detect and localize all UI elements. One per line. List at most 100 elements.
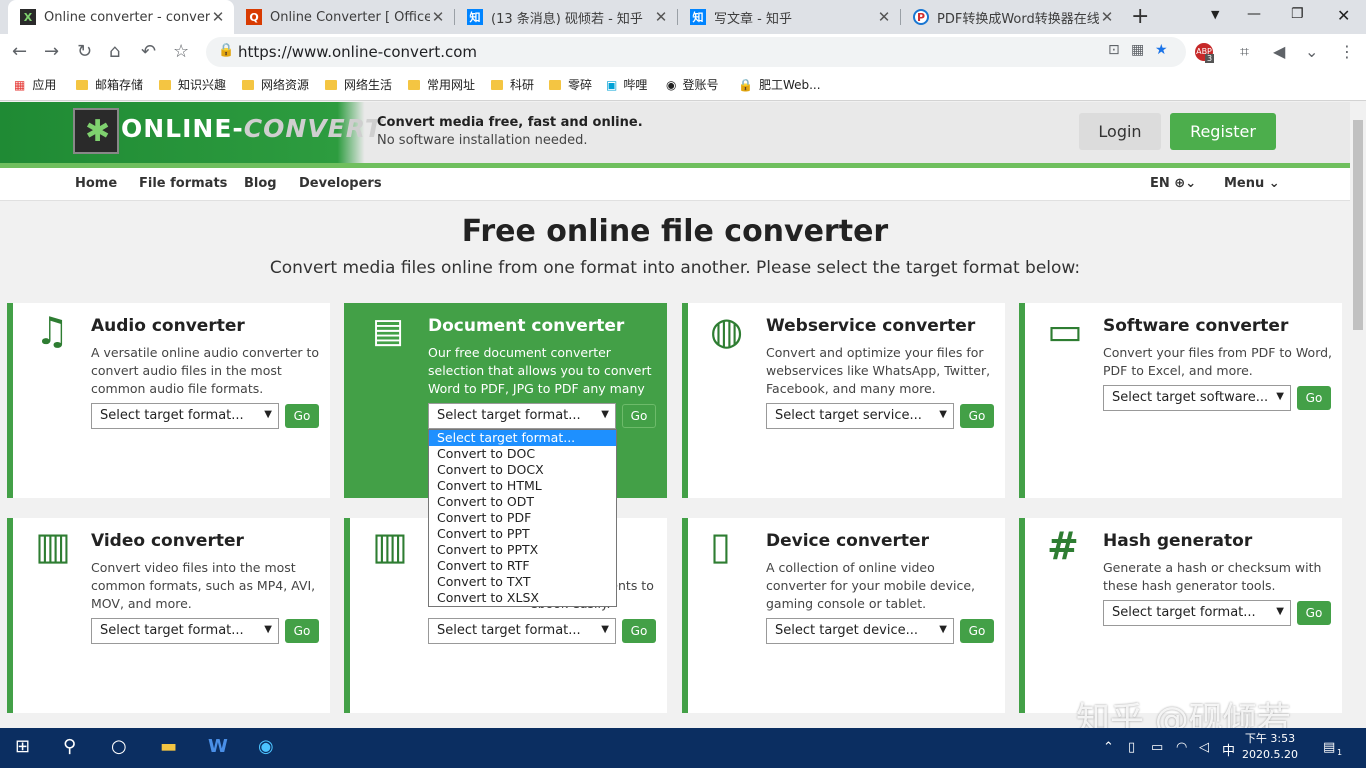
- bookmark-bilibili[interactable]: ▣ 哔哩: [606, 76, 647, 93]
- minimize-icon[interactable]: —: [1247, 6, 1261, 22]
- video-go-button[interactable]: Go: [285, 619, 319, 643]
- dropdown-option[interactable]: Select target format...: [429, 430, 616, 446]
- register-button[interactable]: Register: [1170, 113, 1276, 150]
- dropdown-option[interactable]: Convert to HTML: [429, 478, 616, 494]
- wifi-icon[interactable]: ◠: [1176, 740, 1187, 755]
- undo-icon[interactable]: ↶: [141, 41, 156, 62]
- back-icon[interactable]: ←: [12, 41, 27, 62]
- close-tab-icon[interactable]: ✕: [876, 8, 892, 26]
- dropdown-option[interactable]: Convert to PPTX: [429, 542, 616, 558]
- bookmark-folder[interactable]: 邮箱存储: [76, 76, 143, 93]
- dropdown-option[interactable]: Convert to RTF: [429, 558, 616, 574]
- clock-time: 下午 3:53: [1244, 732, 1296, 745]
- folder-icon: [76, 79, 88, 90]
- hash-go-button[interactable]: Go: [1297, 601, 1331, 625]
- tray-overflow-icon[interactable]: ⌃: [1103, 740, 1114, 755]
- software-go-button[interactable]: Go: [1297, 386, 1331, 410]
- scrollbar-thumb[interactable]: [1353, 120, 1363, 330]
- tab-zhihu-write[interactable]: 知 写文章 - 知乎 ✕: [678, 0, 900, 34]
- document-format-dropdown[interactable]: Select target format... Convert to DOC C…: [428, 429, 617, 607]
- document-format-select[interactable]: Select target format... ▼: [428, 403, 616, 429]
- dropdown-arrow-icon: ▼: [601, 624, 609, 635]
- ebook-go-button[interactable]: Go: [622, 619, 656, 643]
- page-scrollbar[interactable]: [1350, 102, 1366, 728]
- dropdown-option[interactable]: Convert to DOC: [429, 446, 616, 462]
- close-tab-icon[interactable]: ✕: [430, 8, 446, 26]
- task-view-icon[interactable]: ○: [111, 736, 127, 757]
- tab-office-converter[interactable]: Q Online Converter [ Office Co ✕: [234, 0, 454, 34]
- speaker-icon[interactable]: ◀: [1273, 42, 1285, 61]
- language-selector[interactable]: EN ⊕⌄: [1150, 176, 1196, 191]
- ime-indicator[interactable]: 中: [1222, 740, 1235, 759]
- webservice-go-button[interactable]: Go: [960, 404, 994, 428]
- battery-icon[interactable]: ▭: [1151, 740, 1163, 755]
- hash-select[interactable]: Select target format... ▼: [1103, 600, 1291, 626]
- tab-zhihu-messages[interactable]: 知 (13 条消息) 砚倾若 - 知乎 ✕: [455, 0, 677, 34]
- page-subtitle: Convert media files online from one form…: [269, 258, 1081, 278]
- video-format-select[interactable]: Select target format... ▼: [91, 618, 279, 644]
- usb-icon[interactable]: ▯: [1128, 740, 1135, 755]
- close-window-icon[interactable]: ✕: [1337, 6, 1350, 25]
- address-bar[interactable]: 🔒 https://www.online-convert.com ⊡ ▦ ★: [206, 37, 1186, 67]
- tab-online-converter[interactable]: X Online converter - convert vi ✕: [8, 0, 234, 34]
- site-logo[interactable]: ✱: [73, 108, 119, 154]
- file-explorer-icon[interactable]: ▬: [160, 736, 177, 757]
- nav-file-formats[interactable]: File formats: [139, 176, 227, 191]
- translate-icon[interactable]: ⊡: [1108, 42, 1120, 58]
- audio-format-select[interactable]: Select target format... ▼: [91, 403, 279, 429]
- device-select[interactable]: Select target device... ▼: [766, 618, 954, 644]
- bookmark-folder[interactable]: 科研: [491, 76, 534, 93]
- tab-pdf-converter[interactable]: P PDF转换成Word转换器在线免 ✕: [901, 0, 1123, 34]
- star-icon[interactable]: ☆: [173, 41, 189, 62]
- extensions-menu-icon[interactable]: ⌄: [1305, 42, 1318, 61]
- close-tab-icon[interactable]: ✕: [210, 8, 226, 26]
- bookmark-folder[interactable]: 零碎: [549, 76, 592, 93]
- site-logo-text[interactable]: ONLINE-CONVERT: [121, 114, 383, 143]
- home-icon[interactable]: ⌂: [109, 41, 120, 62]
- windows-start-icon[interactable]: ⊞: [15, 736, 30, 757]
- close-tab-icon[interactable]: ✕: [653, 8, 669, 26]
- new-tab-icon[interactable]: +: [1131, 4, 1149, 29]
- bookmark-folder[interactable]: 常用网址: [408, 76, 475, 93]
- menu-button[interactable]: Menu ⌄: [1224, 176, 1280, 191]
- lock-icon[interactable]: 🔒: [218, 43, 234, 58]
- crop-icon[interactable]: ⌗: [1240, 42, 1249, 62]
- search-icon[interactable]: ⚲: [63, 736, 76, 757]
- word-icon[interactable]: W: [208, 736, 228, 757]
- url-text[interactable]: https://www.online-convert.com: [238, 43, 477, 61]
- volume-icon[interactable]: ◁: [1199, 740, 1209, 755]
- system-clock[interactable]: 下午 3:53 2020.5.20: [1240, 731, 1300, 763]
- maximize-icon[interactable]: ❐: [1291, 6, 1304, 22]
- bookmark-folder[interactable]: 网络资源: [242, 76, 309, 93]
- bookmark-folder[interactable]: 知识兴趣: [159, 76, 226, 93]
- software-select[interactable]: Select target software... ▼: [1103, 385, 1291, 411]
- dropdown-option[interactable]: Convert to ODT: [429, 494, 616, 510]
- qr-code-icon[interactable]: ▦: [1131, 42, 1144, 58]
- dropdown-option[interactable]: Convert to XLSX: [429, 590, 616, 606]
- tab-search-icon[interactable]: ▼: [1211, 8, 1219, 21]
- more-menu-icon[interactable]: ⋮: [1339, 42, 1355, 61]
- dropdown-option[interactable]: Convert to PPT: [429, 526, 616, 542]
- bookmark-apps[interactable]: ▦ 应用: [14, 76, 56, 93]
- nav-blog[interactable]: Blog: [244, 176, 277, 191]
- audio-go-button[interactable]: Go: [285, 404, 319, 428]
- nav-home[interactable]: Home: [75, 176, 117, 191]
- dropdown-option[interactable]: Convert to TXT: [429, 574, 616, 590]
- notification-center-icon[interactable]: ▤: [1323, 740, 1335, 755]
- forward-icon[interactable]: →: [44, 41, 59, 62]
- chrome-icon[interactable]: ◉: [258, 736, 274, 757]
- reload-icon[interactable]: ↻: [77, 41, 92, 62]
- bookmark-web[interactable]: 🔒 肥工Web...: [738, 76, 821, 93]
- bookmark-folder[interactable]: 网络生活: [325, 76, 392, 93]
- ebook-format-select[interactable]: Select target format... ▼: [428, 618, 616, 644]
- nav-developers[interactable]: Developers: [299, 176, 382, 191]
- login-button[interactable]: Login: [1079, 113, 1161, 150]
- bookmark-star-icon[interactable]: ★: [1155, 42, 1168, 58]
- dropdown-option[interactable]: Convert to PDF: [429, 510, 616, 526]
- bookmark-login[interactable]: ◉ 登账号: [666, 76, 719, 93]
- webservice-select[interactable]: Select target service... ▼: [766, 403, 954, 429]
- document-go-button[interactable]: Go: [622, 404, 656, 428]
- close-tab-icon[interactable]: ✕: [1099, 8, 1115, 26]
- device-go-button[interactable]: Go: [960, 619, 994, 643]
- dropdown-option[interactable]: Convert to DOCX: [429, 462, 616, 478]
